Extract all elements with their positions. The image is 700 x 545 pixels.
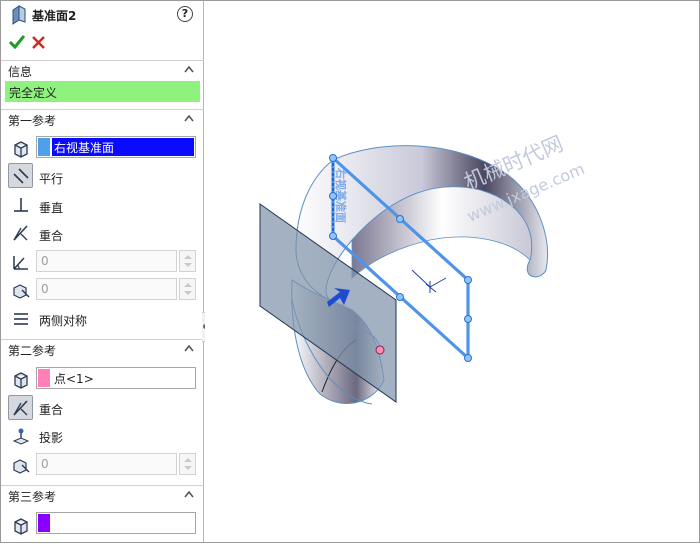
chevron-up-icon[interactable] bbox=[184, 114, 194, 122]
model-3d-view[interactable]: 右视基准面 机械时代网 www.jxage.com bbox=[205, 1, 699, 542]
selected-point-marker[interactable] bbox=[375, 345, 385, 355]
third-reference-header[interactable]: 第三参考 bbox=[1, 485, 204, 505]
perpendicular-icon bbox=[13, 197, 28, 212]
first-reference-value: 右视基准面 bbox=[52, 138, 194, 156]
project-label: 投影 bbox=[39, 431, 64, 445]
second-ref-distance-button[interactable] bbox=[8, 452, 33, 477]
perpendicular-button[interactable] bbox=[8, 192, 33, 217]
angle-icon bbox=[12, 255, 28, 270]
coincident-button[interactable] bbox=[8, 220, 33, 245]
second-ref-value-stepper[interactable] bbox=[179, 453, 196, 475]
angle-button[interactable] bbox=[8, 249, 33, 274]
panel-title-bar: 基准面2 ? bbox=[1, 1, 204, 29]
status-badge: 完全定义 bbox=[5, 81, 200, 102]
perpendicular-label: 垂直 bbox=[39, 201, 64, 215]
plane-feature-icon bbox=[12, 5, 26, 25]
coincident-label: 重合 bbox=[39, 229, 64, 243]
coincident-icon bbox=[12, 224, 28, 241]
second-reference-header[interactable]: 第二参考 bbox=[1, 339, 204, 359]
symmetric-button[interactable] bbox=[8, 306, 33, 331]
parallel-icon bbox=[12, 167, 29, 184]
first-reference-label: 第一参考 bbox=[8, 114, 57, 128]
first-reference-header[interactable]: 第一参考 bbox=[1, 109, 204, 129]
third-reference-value bbox=[52, 514, 56, 532]
chevron-up-icon[interactable] bbox=[184, 65, 194, 73]
third-reference-field[interactable] bbox=[36, 512, 196, 534]
reference-entity-icon bbox=[8, 136, 33, 161]
symmetric-icon bbox=[13, 312, 28, 325]
chevron-up-icon[interactable] bbox=[184, 344, 194, 352]
project-button[interactable] bbox=[8, 423, 33, 448]
parallel-button[interactable] bbox=[8, 163, 33, 188]
project-icon bbox=[12, 428, 29, 445]
distance-button[interactable] bbox=[8, 277, 33, 302]
distance-stepper[interactable] bbox=[179, 278, 196, 300]
coincident-icon bbox=[12, 399, 28, 416]
first-reference-field[interactable]: 右视基准面 bbox=[36, 136, 196, 158]
second-reference-label: 第二参考 bbox=[8, 344, 57, 358]
coordinate-triad-icon bbox=[411, 269, 447, 293]
distance-icon bbox=[12, 283, 29, 299]
cancel-x-icon[interactable] bbox=[32, 36, 45, 49]
panel-title: 基准面2 bbox=[32, 9, 77, 23]
second-reference-color-swatch bbox=[38, 369, 50, 387]
ok-check-icon[interactable] bbox=[9, 35, 25, 49]
info-section-label: 信息 bbox=[8, 65, 33, 79]
first-reference-color-swatch bbox=[38, 138, 50, 156]
third-reference-label: 第三参考 bbox=[8, 490, 57, 504]
symmetric-label: 两侧对称 bbox=[39, 314, 88, 328]
angle-input[interactable]: 0 bbox=[36, 250, 177, 272]
info-section-header[interactable]: 信息 bbox=[1, 60, 204, 80]
third-reference-color-swatch bbox=[38, 514, 50, 532]
angle-stepper[interactable] bbox=[179, 250, 196, 272]
chevron-up-icon[interactable] bbox=[184, 490, 194, 498]
second-reference-value: 点<1> bbox=[54, 372, 94, 386]
coincident-label-2: 重合 bbox=[39, 403, 64, 417]
distance-icon bbox=[12, 458, 29, 474]
help-icon[interactable]: ? bbox=[177, 6, 193, 22]
second-reference-field[interactable]: 点<1> bbox=[36, 367, 196, 389]
graphics-viewport[interactable]: 右视基准面 机械时代网 www.jxage.com bbox=[205, 1, 699, 542]
second-ref-value-input[interactable]: 0 bbox=[36, 453, 177, 475]
distance-input[interactable]: 0 bbox=[36, 278, 177, 300]
parallel-label: 平行 bbox=[39, 172, 64, 186]
property-manager-panel: 基准面2 ? 信息 完全定义 第一参考 右视基准面 平行 垂直 重合 0 0 两… bbox=[1, 1, 204, 542]
reference-entity-icon bbox=[8, 513, 33, 538]
coincident-button-2[interactable] bbox=[8, 395, 33, 420]
reference-entity-icon bbox=[8, 367, 33, 392]
